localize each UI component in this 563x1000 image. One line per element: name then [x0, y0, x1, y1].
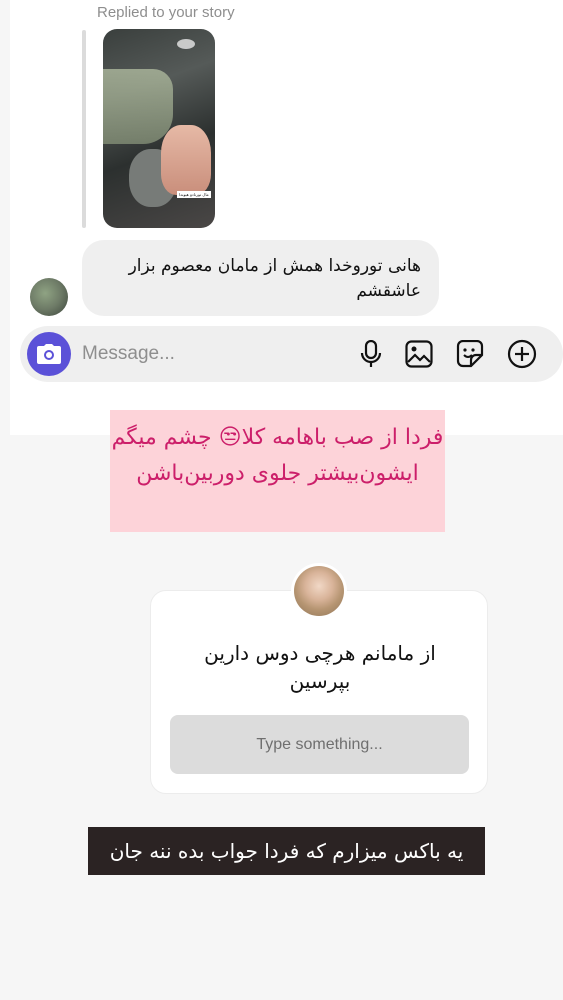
question-avatar — [291, 563, 347, 619]
camera-button[interactable] — [27, 332, 71, 376]
add-button[interactable] — [507, 339, 537, 369]
gallery-button[interactable] — [404, 339, 434, 369]
story-caption-pink: فردا از صب باهامه کلا😒 چشم میگم ایشون‌بی… — [110, 410, 445, 532]
story-caption-dark: یه باکس میزارم که فردا جواب بده ننه جان — [88, 827, 485, 875]
message-input[interactable] — [82, 342, 332, 366]
camera-icon — [37, 344, 61, 364]
question-answer-field[interactable]: Type something... — [170, 715, 469, 774]
add-icon — [507, 339, 537, 369]
sticker-button[interactable] — [455, 339, 485, 369]
question-sticker[interactable]: از مامانم هرچی دوس دارین بپرسین Type som… — [150, 590, 488, 794]
microphone-icon — [360, 340, 382, 367]
gallery-icon — [405, 340, 433, 368]
story-hand — [161, 125, 211, 195]
sticker-icon — [456, 340, 484, 368]
message-composer — [20, 326, 563, 382]
replied-to-story-label: Replied to your story — [97, 4, 235, 21]
question-text: از مامانم هرچی دوس دارین بپرسین — [204, 641, 436, 693]
story-thumbnail[interactable]: مال تورنادو هیوندا — [103, 29, 215, 228]
story-window-view — [103, 69, 173, 144]
reply-indicator-bar — [82, 30, 86, 228]
question-avatar-photo — [294, 566, 344, 616]
story-light-spot — [177, 39, 195, 49]
sender-avatar[interactable] — [30, 278, 68, 316]
microphone-button[interactable] — [356, 339, 386, 369]
story-caption: مال تورنادو هیوندا — [177, 191, 211, 198]
message-bubble[interactable]: هانی توروخدا همش از مامان معصوم بزار عاش… — [82, 240, 439, 316]
